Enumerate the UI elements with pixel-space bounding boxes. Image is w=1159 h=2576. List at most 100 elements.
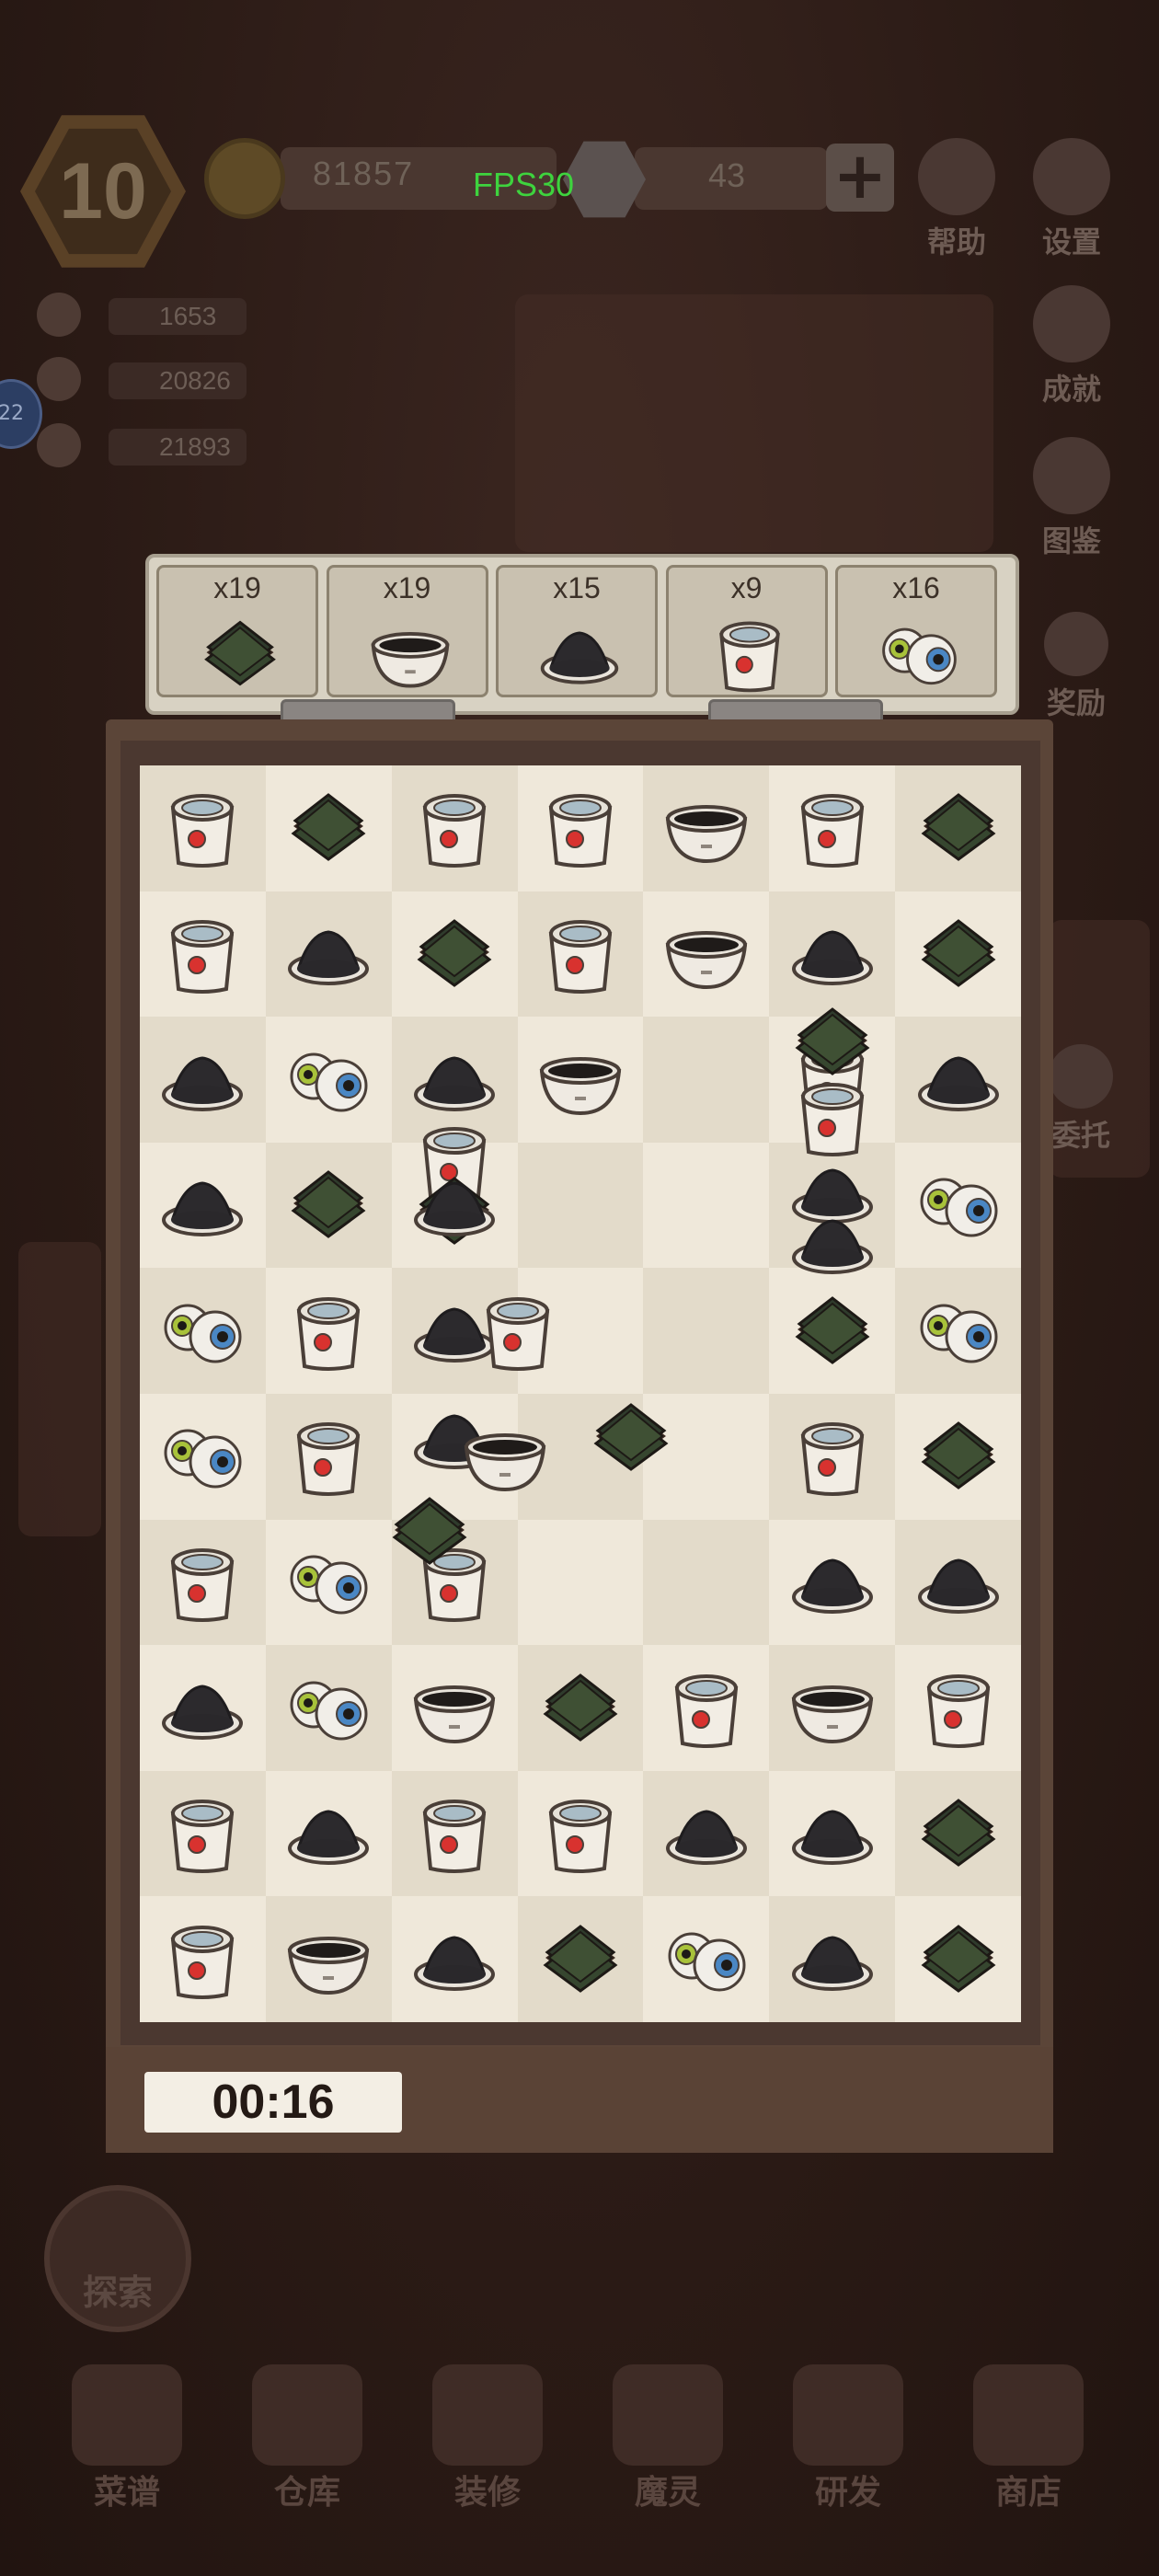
ash-dish-piece[interactable] <box>156 1662 248 1754</box>
seaweed-falling-piece <box>585 1392 677 1484</box>
ash-dish-piece[interactable] <box>786 1788 878 1880</box>
cup-piece[interactable] <box>156 1914 248 2006</box>
goal-count: x9 <box>730 571 763 604</box>
seaweed-piece[interactable] <box>282 1159 374 1251</box>
board-cell[interactable] <box>643 1142 770 1269</box>
cup-piece[interactable] <box>156 908 248 1000</box>
cup-piece[interactable] <box>534 908 626 1000</box>
seaweed-piece[interactable] <box>912 782 1004 874</box>
seaweed-piece[interactable] <box>282 782 374 874</box>
cup-piece[interactable] <box>786 1410 878 1502</box>
eyeballs-piece[interactable] <box>660 1914 752 2006</box>
cup-piece[interactable] <box>282 1410 374 1502</box>
chef-icon <box>37 293 81 337</box>
settings-label: 设置 <box>1041 224 1101 259</box>
ash-dish-piece[interactable] <box>912 1536 1004 1628</box>
achievements-button[interactable]: 成就 <box>1021 285 1122 408</box>
seaweed-piece[interactable] <box>912 908 1004 1000</box>
reward-button[interactable]: 奖励 <box>1035 612 1118 722</box>
nav-label: 研发 <box>814 2474 881 2512</box>
gallery-button[interactable]: 图鉴 <box>1021 437 1122 560</box>
shop-icon <box>973 2364 1084 2466</box>
ash-dish-piece[interactable] <box>282 1788 374 1880</box>
nav-decor[interactable]: 装修 <box>423 2364 552 2521</box>
eyeballs-piece[interactable] <box>282 1034 374 1126</box>
board-cell[interactable] <box>517 1519 644 1646</box>
seaweed-piece[interactable] <box>912 1410 1004 1502</box>
stat-row: 20826 <box>37 357 247 403</box>
cup-piece[interactable] <box>534 1788 626 1880</box>
seaweed-piece[interactable] <box>786 1285 878 1377</box>
board-cell[interactable] <box>517 1142 644 1269</box>
seaweed-piece[interactable] <box>534 1662 626 1754</box>
nav-label: 魔灵 <box>634 2474 701 2512</box>
cup-piece[interactable] <box>408 1788 500 1880</box>
soy-bowl-piece[interactable] <box>282 1914 374 2006</box>
ash-dish-piece[interactable] <box>912 1034 1004 1126</box>
seaweed-falling-piece <box>384 1486 476 1578</box>
board-cell[interactable] <box>643 1519 770 1646</box>
pot-icon <box>37 423 81 467</box>
cup-piece[interactable] <box>534 782 626 874</box>
soy-bowl-piece[interactable] <box>660 782 752 874</box>
cup-piece[interactable] <box>408 782 500 874</box>
eyeballs-piece[interactable] <box>282 1536 374 1628</box>
level-badge[interactable]: 10 <box>20 109 186 274</box>
board-cell[interactable] <box>643 1017 770 1143</box>
stat-value: 1653 <box>109 298 247 335</box>
seaweed-piece[interactable] <box>912 1914 1004 2006</box>
ash-dish-icon <box>535 610 624 695</box>
eyeballs-piece[interactable] <box>156 1285 248 1377</box>
nav-shop[interactable]: 商店 <box>964 2364 1093 2521</box>
explore-button[interactable]: 探索 <box>44 2185 191 2332</box>
ash-dish-piece[interactable] <box>156 1034 248 1126</box>
add-gems-button[interactable]: + <box>826 144 894 212</box>
eyeballs-piece[interactable] <box>282 1662 374 1754</box>
gem-amount: 43 <box>708 156 746 194</box>
nav-recipes[interactable]: 菜谱 <box>63 2364 191 2521</box>
achievements-label: 成就 <box>1041 372 1101 407</box>
achievement-icon <box>1033 285 1110 362</box>
board-cell[interactable] <box>643 1268 770 1394</box>
ash-dish-piece[interactable] <box>786 1914 878 2006</box>
nav-spirits[interactable]: 魔灵 <box>603 2364 732 2521</box>
reward-label: 奖励 <box>1046 685 1106 720</box>
coin-icon <box>204 138 285 219</box>
goal-count: x15 <box>553 571 601 604</box>
seaweed-piece[interactable] <box>912 1788 1004 1880</box>
soy-bowl-piece[interactable] <box>786 1662 878 1754</box>
soy-bowl-piece[interactable] <box>534 1034 626 1126</box>
level-number: 10 <box>59 146 147 236</box>
cup-piece[interactable] <box>660 1662 752 1754</box>
ash-dish-piece[interactable] <box>282 908 374 1000</box>
nav-research[interactable]: 研发 <box>784 2364 912 2521</box>
eyeballs-piece[interactable] <box>912 1285 1004 1377</box>
background-shelf <box>18 1242 101 1536</box>
eyeballs-piece[interactable] <box>912 1159 1004 1251</box>
cup-piece[interactable] <box>156 782 248 874</box>
goal-slot-soy-bowl: x19 <box>326 565 488 697</box>
eyeballs-piece[interactable] <box>156 1410 248 1502</box>
cup-piece[interactable] <box>786 782 878 874</box>
cup-piece[interactable] <box>282 1285 374 1377</box>
cup-piece[interactable] <box>156 1536 248 1628</box>
ash-dish-piece[interactable] <box>660 1788 752 1880</box>
cup-piece[interactable] <box>156 1788 248 1880</box>
help-button[interactable]: 帮助 <box>906 138 1007 261</box>
ash-dish-piece[interactable] <box>786 1536 878 1628</box>
ash-dish-piece[interactable] <box>408 1034 500 1126</box>
delegate-icon <box>1049 1044 1113 1109</box>
match-board[interactable] <box>140 765 1021 2022</box>
ash-dish-piece[interactable] <box>156 1159 248 1251</box>
cup-piece[interactable] <box>912 1662 1004 1754</box>
decor-icon <box>432 2364 543 2466</box>
ash-dish-falling-piece <box>786 1197 878 1289</box>
ash-dish-piece[interactable] <box>786 908 878 1000</box>
soy-bowl-piece[interactable] <box>408 1662 500 1754</box>
settings-button[interactable]: 设置 <box>1021 138 1122 261</box>
soy-bowl-piece[interactable] <box>660 908 752 1000</box>
seaweed-piece[interactable] <box>408 908 500 1000</box>
ash-dish-piece[interactable] <box>408 1914 500 2006</box>
nav-warehouse[interactable]: 仓库 <box>243 2364 372 2521</box>
seaweed-piece[interactable] <box>534 1914 626 2006</box>
